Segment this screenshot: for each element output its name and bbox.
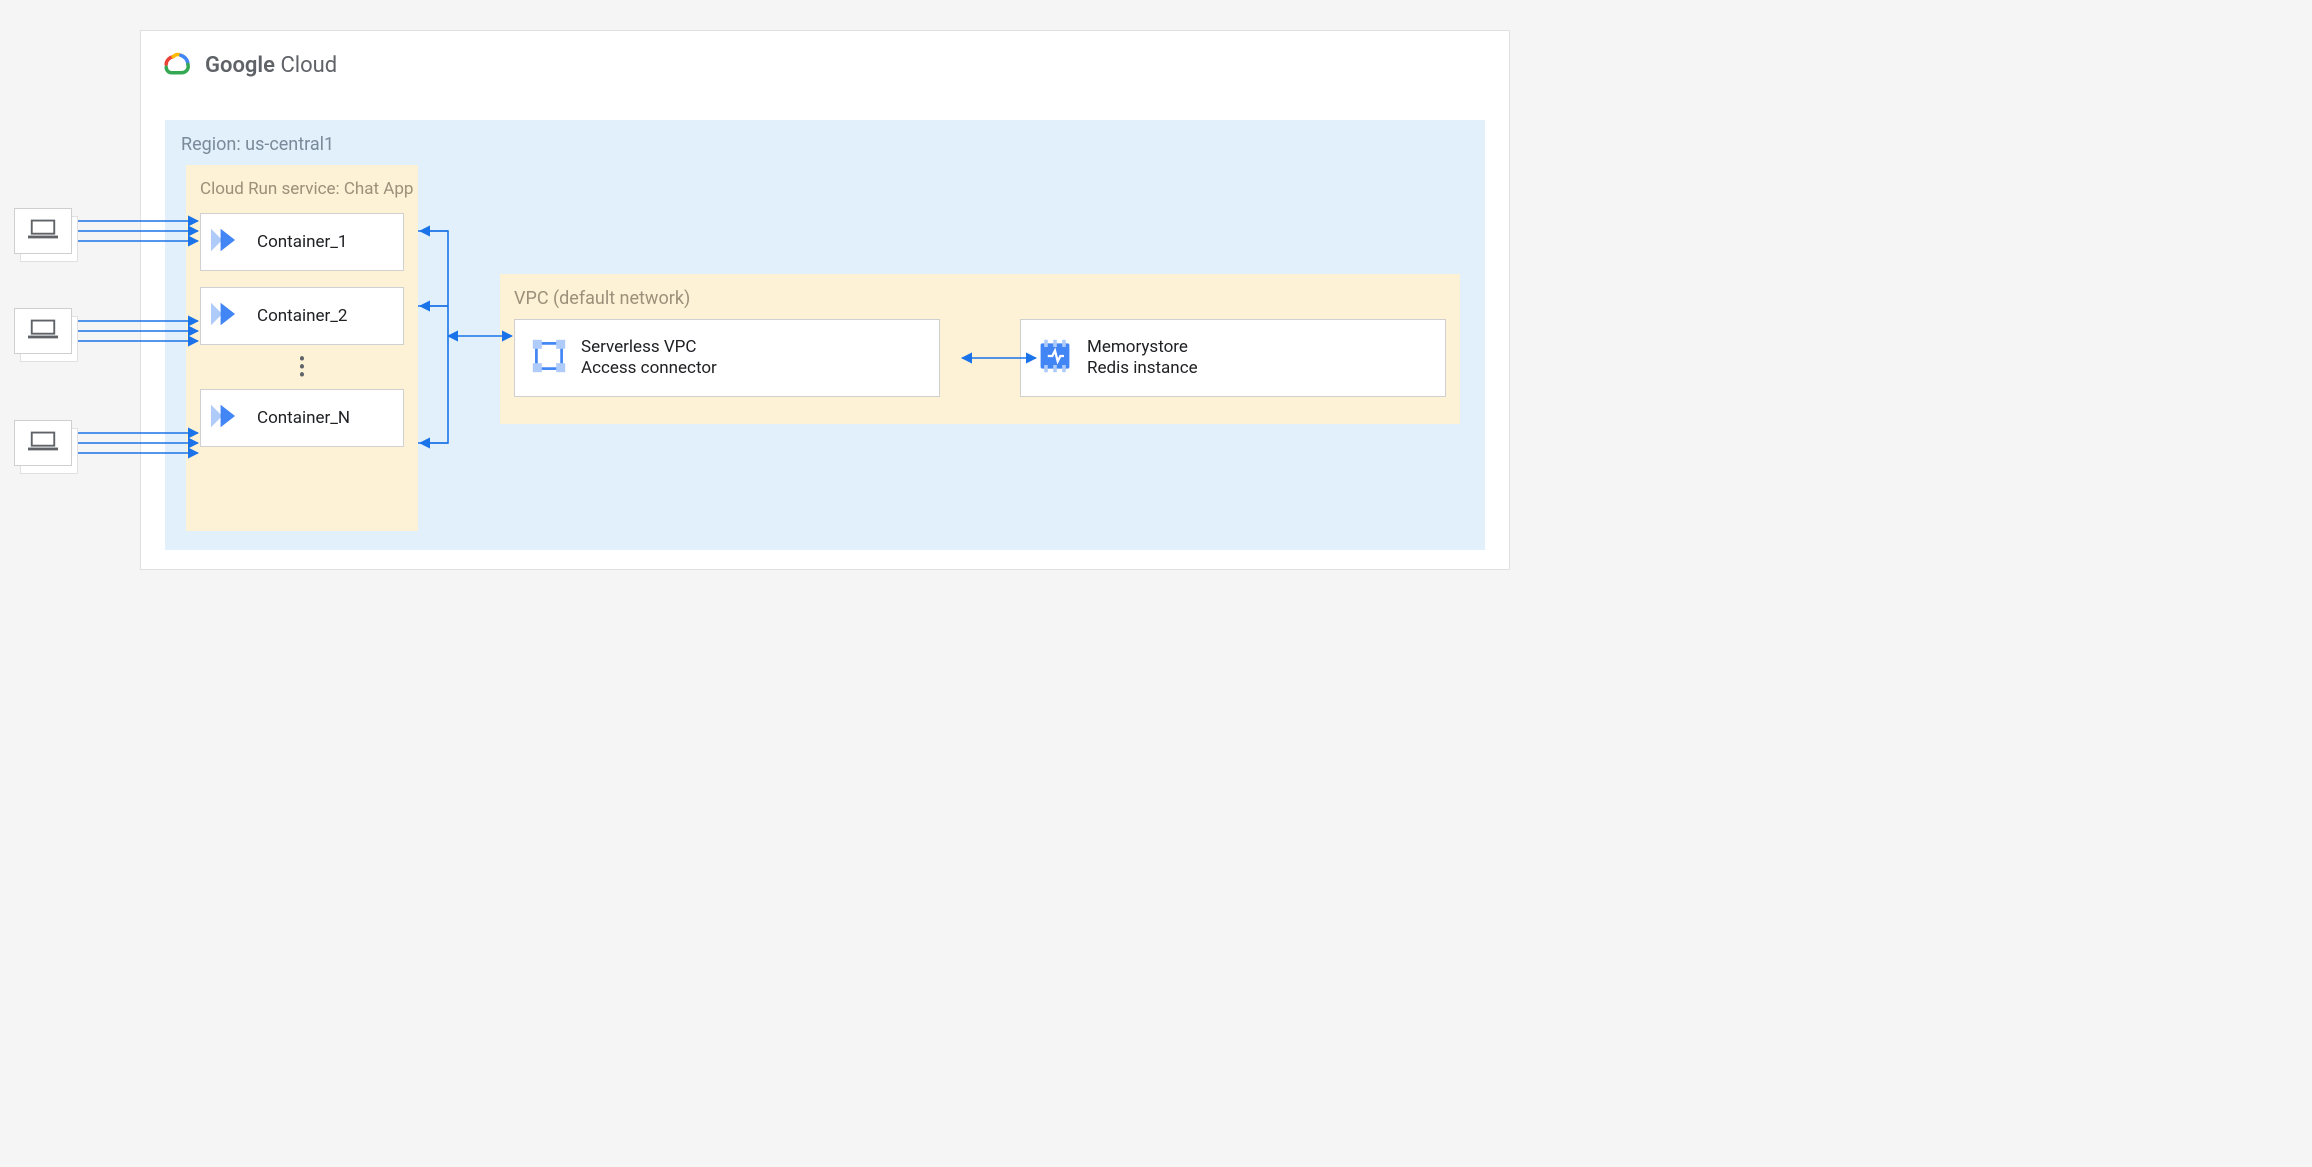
google-cloud-logo-icon	[159, 49, 193, 81]
container-card-1: Container_1	[200, 213, 404, 271]
diagram-canvas: Google Cloud Region: us-central1 Cloud R…	[0, 0, 1540, 778]
vpc-connector-icon	[531, 338, 567, 379]
container-name: Container_2	[257, 306, 347, 326]
vpc-connector-name: Serverless VPC Access connector	[581, 337, 717, 380]
container-card-n: Container_N	[200, 389, 404, 447]
memorystore-card: Memorystore Redis instance	[1020, 319, 1446, 397]
memorystore-name: Memorystore Redis instance	[1087, 337, 1198, 380]
client-group-1	[14, 208, 78, 262]
google-cloud-header: Google Cloud	[159, 49, 337, 81]
cloud-run-icon	[211, 402, 243, 435]
container-name: Container_N	[257, 408, 350, 428]
memorystore-icon	[1037, 338, 1073, 379]
cloud-run-service-box: Cloud Run service: Chat App Container_1 …	[186, 165, 418, 531]
client-group-3	[14, 420, 78, 474]
laptop-icon	[28, 318, 58, 344]
cloud-run-icon	[211, 226, 243, 259]
laptop-icon	[28, 218, 58, 244]
google-cloud-title: Google Cloud	[205, 53, 337, 78]
vpc-connector-card: Serverless VPC Access connector	[514, 319, 940, 397]
container-name: Container_1	[257, 232, 347, 252]
vpc-label: VPC (default network)	[514, 288, 1446, 309]
cloud-run-label: Cloud Run service: Chat App	[200, 179, 404, 199]
container-card-2: Container_2	[200, 287, 404, 345]
ellipsis-icon: •••	[200, 345, 404, 389]
laptop-icon	[28, 430, 58, 456]
cloud-run-icon	[211, 300, 243, 333]
client-group-2	[14, 308, 78, 362]
vpc-box: VPC (default network) Serverless VPC Acc…	[500, 274, 1460, 424]
region-label: Region: us-central1	[181, 134, 334, 155]
